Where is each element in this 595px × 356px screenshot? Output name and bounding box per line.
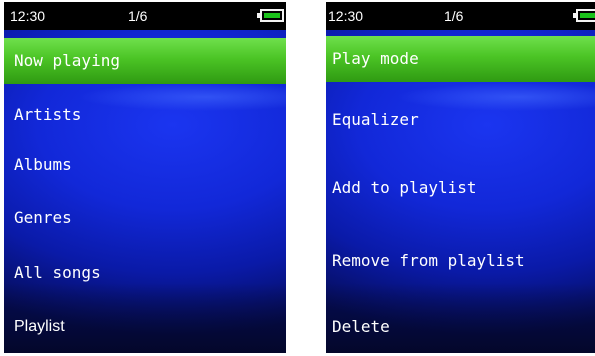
menu-item-delete[interactable]: Delete	[326, 304, 595, 350]
menu-item-albums[interactable]: Albums	[4, 142, 286, 188]
status-bar: 12:30 1/6	[4, 2, 286, 30]
menu-item-genres[interactable]: Genres	[4, 195, 286, 241]
page-indicator: 1/6	[128, 8, 148, 24]
song-options-screen: 12:30 1/6 Play mode Equalizer Add to pla…	[326, 2, 595, 353]
menu-item-now-playing[interactable]: Now playing	[4, 38, 286, 84]
menu-item-play-mode[interactable]: Play mode	[326, 36, 595, 82]
menu-item-playlist[interactable]: Playlist	[4, 304, 286, 350]
page-indicator: 1/6	[444, 8, 464, 24]
menu-item-all-songs[interactable]: All songs	[4, 250, 286, 296]
status-time: 12:30	[10, 8, 46, 24]
status-bar: 12:30 1/6	[326, 2, 595, 30]
menu-item-artists[interactable]: Artists	[4, 92, 286, 138]
music-menu-screen: 12:30 1/6 Now playing Artists Albums Gen…	[4, 2, 286, 353]
battery-icon	[257, 9, 284, 22]
menu-item-remove-from-playlist[interactable]: Remove from playlist	[326, 238, 595, 284]
status-time: 12:30	[328, 8, 364, 24]
battery-icon	[573, 9, 595, 22]
menu-item-add-to-playlist[interactable]: Add to playlist	[326, 165, 595, 211]
menu-item-equalizer[interactable]: Equalizer	[326, 97, 595, 143]
